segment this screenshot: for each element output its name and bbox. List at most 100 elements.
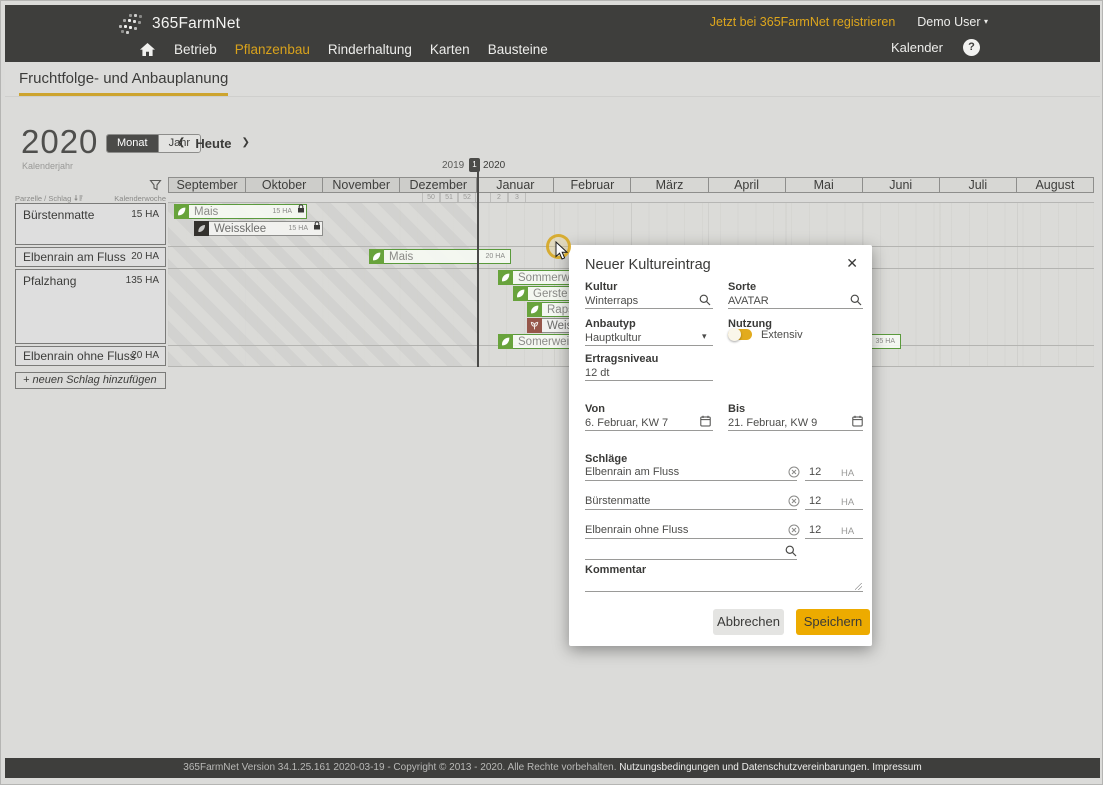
save-button[interactable]: Speichern <box>796 609 870 635</box>
clover-icon <box>194 221 209 236</box>
nav-item-karten[interactable]: Karten <box>430 42 470 57</box>
user-menu[interactable]: Demo User ▾ <box>917 15 988 29</box>
search-icon[interactable] <box>850 294 862 306</box>
search-icon[interactable] <box>699 294 711 306</box>
monat-button[interactable]: Monat <box>107 135 158 152</box>
search-icon[interactable] <box>785 545 797 557</box>
next-icon[interactable]: ❯ <box>242 135 250 151</box>
cancel-button[interactable]: Abbrechen <box>713 609 784 635</box>
dialog-title: Neuer Kultureintrag <box>585 257 711 273</box>
week-number-row: 50 51 52 2 3 <box>168 193 1094 203</box>
remove-icon[interactable] <box>788 466 800 478</box>
anbautyp-label: Anbautyp <box>585 318 636 330</box>
week-cell: 51 <box>440 193 458 202</box>
schlag-row-size[interactable]: 12 <box>809 495 821 507</box>
ertragsniveau-input[interactable]: 12 dt <box>585 367 609 379</box>
anbautyp-select[interactable]: Hauptkultur <box>585 332 641 344</box>
kultur-input[interactable]: Winterraps <box>585 295 638 307</box>
extensiv-toggle[interactable] <box>728 329 752 340</box>
week-cell: 2 <box>490 193 508 202</box>
schlag-row-name: Elbenrain ohne Fluss <box>585 524 688 536</box>
month-cell: Oktober <box>246 177 323 193</box>
input-underline <box>585 308 713 309</box>
field-elbenrain-am-fluss[interactable]: Elbenrain am Fluss 20 HA <box>15 247 166 267</box>
month-cell: Mai <box>786 177 863 193</box>
input-underline <box>805 480 863 481</box>
year-label-2019: 2019 <box>442 160 464 171</box>
input-underline <box>728 430 863 431</box>
leaf-icon <box>498 334 513 349</box>
remove-icon[interactable] <box>788 524 800 536</box>
footer-bar: 365FarmNet Version 34.1.25.161 2020-03-1… <box>5 758 1100 778</box>
mouse-cursor <box>555 241 569 261</box>
footer-links[interactable]: Nutzungsbedingungen und Datenschutzverei… <box>619 762 921 773</box>
field-buerstenmatte[interactable]: Bürstenmatte 15 HA <box>15 203 166 245</box>
remove-icon[interactable] <box>788 495 800 507</box>
lock-icon <box>313 217 321 235</box>
von-label: Von <box>585 403 605 415</box>
week-cell: 50 <box>422 193 440 202</box>
farmnet-logo-icon <box>117 13 147 35</box>
week-cell: 3 <box>508 193 526 202</box>
logo-text: 365FarmNet <box>152 15 240 33</box>
schlag-search-input[interactable] <box>585 559 797 560</box>
field-pfalzhang[interactable]: Pfalzhang 135 HA <box>15 269 166 344</box>
close-icon[interactable]: ✕ <box>846 255 858 272</box>
year-caption: Kalenderjahr <box>22 161 73 171</box>
add-field-button[interactable]: + neuen Schlag hinzufügen <box>15 372 166 389</box>
sort-icon[interactable] <box>74 194 83 202</box>
von-input[interactable]: 6. Februar, KW 7 <box>585 417 668 429</box>
schlaege-label: Schläge <box>585 453 627 465</box>
gantt-bar-mais-2[interactable]: Mais 20 HA <box>369 249 511 264</box>
calendar-icon[interactable] <box>852 415 863 427</box>
filter-icon[interactable] <box>149 179 162 192</box>
leaf-icon <box>369 249 384 264</box>
field-elbenrain-ohne-fluss[interactable]: Elbenrain ohne Fluss 20 HA <box>15 346 166 366</box>
gantt-bar-weissklee-1[interactable]: Weissklee 15 HA <box>194 221 323 236</box>
bis-input[interactable]: 21. Februar, KW 9 <box>728 417 817 429</box>
tab-fruchtfolge[interactable]: Fruchtfolge- und Anbauplanung <box>19 70 228 96</box>
col-header-parzelle: Parzelle / Schlag <box>15 194 71 203</box>
input-underline <box>728 308 863 309</box>
schlag-row-unit: HA <box>841 468 854 479</box>
nav-item-rinderhaltung[interactable]: Rinderhaltung <box>328 42 412 57</box>
month-cell: Januar <box>477 177 554 193</box>
week-cell: 52 <box>458 193 476 202</box>
input-underline <box>585 380 713 381</box>
calendar-icon[interactable] <box>700 415 711 427</box>
input-underline <box>585 430 713 431</box>
schlag-row-size[interactable]: 12 <box>809 466 821 478</box>
prev-icon[interactable]: ❮ <box>177 135 185 151</box>
sorte-input[interactable]: AVATAR <box>728 295 769 307</box>
kommentar-textarea[interactable] <box>585 591 863 592</box>
nav-item-bausteine[interactable]: Bausteine <box>488 42 548 57</box>
schlag-row-size[interactable]: 12 <box>809 524 821 536</box>
today-nav: ❮ Heute ❯ <box>177 135 250 151</box>
month-cell: September <box>168 177 246 193</box>
neuer-kultureintrag-dialog: Neuer Kultureintrag ✕ Kultur Winterraps … <box>569 245 872 646</box>
home-icon[interactable] <box>139 42 156 57</box>
resize-handle-icon[interactable] <box>855 583 862 590</box>
register-link[interactable]: Jetzt bei 365FarmNet registrieren <box>710 15 896 29</box>
schlag-row-unit: HA <box>841 526 854 537</box>
farmnet-logo[interactable]: 365FarmNet <box>117 13 240 35</box>
input-underline <box>585 538 797 539</box>
year-boundary-line <box>477 171 479 367</box>
gantt-bar-mais-1[interactable]: Mais 15 HA <box>174 204 307 219</box>
heute-button[interactable]: Heute <box>195 136 231 151</box>
schlag-row-unit: HA <box>841 497 854 508</box>
nav-item-betrieb[interactable]: Betrieb <box>174 42 217 57</box>
help-icon[interactable]: ? <box>963 39 980 56</box>
input-underline <box>585 480 797 481</box>
footer-version-text: 365FarmNet Version 34.1.25.161 2020-03-1… <box>183 762 616 773</box>
header-right-bottom: Kalender ? <box>891 39 980 56</box>
sprout-icon <box>527 318 542 333</box>
chevron-down-icon[interactable]: ▾ <box>702 331 707 342</box>
input-underline <box>585 509 797 510</box>
app-window: 365FarmNet Jetzt bei 365FarmNet registri… <box>0 0 1103 785</box>
top-header: 365FarmNet Jetzt bei 365FarmNet registri… <box>5 5 1100 62</box>
sorte-label: Sorte <box>728 281 756 293</box>
schlag-row-name: Elbenrain am Fluss <box>585 466 679 478</box>
kalender-link[interactable]: Kalender <box>891 40 943 55</box>
nav-item-pflanzenbau[interactable]: Pflanzenbau <box>235 42 310 57</box>
